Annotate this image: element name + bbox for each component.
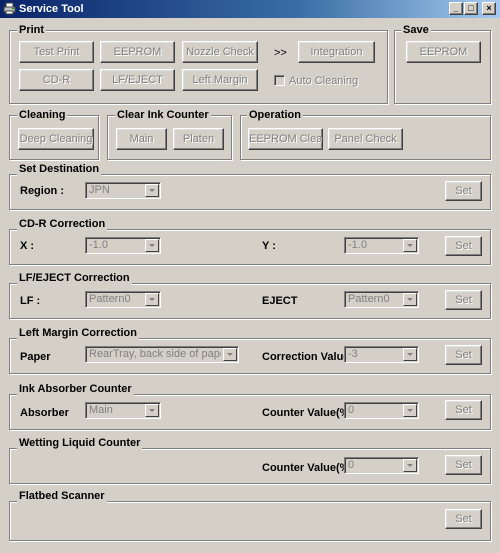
flatbed-scanner-label: Flatbed Scanner: [17, 490, 107, 503]
title-bar[interactable]: Service Tool _ □ ×: [0, 0, 500, 18]
chevron-down-icon: [403, 293, 417, 306]
left-margin-correction-label: Left Margin Correction: [17, 327, 139, 340]
integration-button[interactable]: Integration: [298, 41, 375, 63]
auto-cleaning-checkbox[interactable]: [274, 75, 285, 86]
chevron-down-icon: [223, 348, 237, 361]
flatbed-scanner-group: [9, 501, 491, 541]
absorber-counter-value-label: Counter Value(%): [262, 407, 354, 419]
left-margin-button[interactable]: Left Margin: [182, 69, 258, 91]
save-group-label: Save: [401, 24, 431, 37]
chevron-down-icon: [403, 348, 417, 361]
lf-label: LF :: [20, 295, 41, 307]
paper-label: Paper: [20, 351, 51, 363]
lf-value: Pattern0: [89, 293, 131, 305]
chevron-down-icon: [145, 239, 159, 252]
absorber-select[interactable]: Main: [85, 402, 161, 419]
y-value: -1.0: [348, 239, 367, 251]
eject-select[interactable]: Pattern0: [344, 291, 419, 308]
eject-label: EJECT: [262, 295, 298, 307]
x-value: -1.0: [89, 239, 108, 251]
wetting-set-button[interactable]: Set: [445, 455, 482, 475]
deep-cleaning-button[interactable]: Deep Cleaning: [18, 128, 94, 150]
wetting-counter-select[interactable]: 0: [344, 457, 419, 474]
eject-value: Pattern0: [348, 293, 390, 305]
region-label: Region :: [20, 185, 64, 197]
maximize-icon: □: [468, 3, 474, 13]
close-button[interactable]: ×: [482, 2, 496, 15]
chevron-down-icon: [403, 404, 417, 417]
arrow-label: >>: [274, 47, 287, 59]
panel-check-button[interactable]: Panel Check: [328, 128, 403, 150]
y-label: Y :: [262, 240, 276, 252]
ink-absorber-counter-label: Ink Absorber Counter: [17, 383, 134, 396]
lf-eject-set-button[interactable]: Set: [445, 290, 482, 310]
wetting-counter-value-label: Counter Value(%): [262, 462, 354, 474]
close-icon: ×: [486, 3, 492, 13]
region-value: JPN: [89, 184, 110, 196]
paper-value: RearTray, back side of paper: [89, 348, 221, 360]
region-select[interactable]: JPN: [85, 182, 161, 199]
lf-eject-button[interactable]: LF/EJECT: [100, 69, 175, 91]
save-eeprom-button[interactable]: EEPROM: [406, 41, 481, 63]
y-select[interactable]: -1.0: [344, 237, 419, 254]
cdr-correction-label: CD-R Correction: [17, 218, 108, 231]
left-margin-set-button[interactable]: Set: [445, 345, 482, 365]
absorber-set-button[interactable]: Set: [445, 400, 482, 420]
correction-value-select[interactable]: -3: [344, 346, 419, 363]
chevron-down-icon: [145, 184, 159, 197]
flatbed-set-button[interactable]: Set: [445, 509, 482, 529]
clear-platen-button[interactable]: Platen: [173, 128, 224, 150]
cdr-set-button[interactable]: Set: [445, 236, 482, 256]
paper-select[interactable]: RearTray, back side of paper: [85, 346, 239, 363]
test-print-button[interactable]: Test Print: [19, 41, 94, 63]
cleaning-group-label: Cleaning: [17, 109, 68, 122]
auto-cleaning-label: Auto Cleaning: [289, 75, 359, 87]
set-destination-label: Set Destination: [17, 163, 102, 176]
absorber-counter-select[interactable]: 0: [344, 402, 419, 419]
absorber-label: Absorber: [20, 407, 69, 419]
minimize-icon: _: [453, 3, 459, 13]
correction-value: -3: [348, 348, 358, 360]
maximize-button[interactable]: □: [464, 2, 478, 15]
absorber-counter-value: 0: [348, 404, 355, 416]
eeprom-clear-button[interactable]: EEPROM Clear: [248, 128, 323, 150]
correction-value-label: Correction Value: [262, 351, 350, 363]
lf-eject-correction-label: LF/EJECT Correction: [17, 272, 132, 285]
print-eeprom-button[interactable]: EEPROM: [100, 41, 175, 63]
set-destination-group: [9, 174, 491, 210]
absorber-value: Main: [89, 404, 113, 416]
clear-ink-counter-label: Clear Ink Counter: [115, 109, 211, 122]
window-title: Service Tool: [19, 3, 84, 15]
chevron-down-icon: [145, 404, 159, 417]
minimize-button[interactable]: _: [449, 2, 463, 15]
printer-app-icon: [3, 2, 16, 15]
wetting-counter-value: 0: [348, 459, 355, 471]
nozzle-check-button[interactable]: Nozzle Check: [182, 41, 258, 63]
x-label: X :: [20, 240, 35, 252]
wetting-liquid-counter-label: Wetting Liquid Counter: [17, 437, 143, 450]
chevron-down-icon: [145, 293, 159, 306]
chevron-down-icon: [403, 239, 417, 252]
region-set-button[interactable]: Set: [445, 181, 482, 201]
x-select[interactable]: -1.0: [85, 237, 161, 254]
cdr-button[interactable]: CD-R: [19, 69, 94, 91]
chevron-down-icon: [403, 459, 417, 472]
operation-group-label: Operation: [247, 109, 303, 122]
clear-main-button[interactable]: Main: [116, 128, 167, 150]
lf-select[interactable]: Pattern0: [85, 291, 161, 308]
print-group-label: Print: [17, 24, 47, 37]
